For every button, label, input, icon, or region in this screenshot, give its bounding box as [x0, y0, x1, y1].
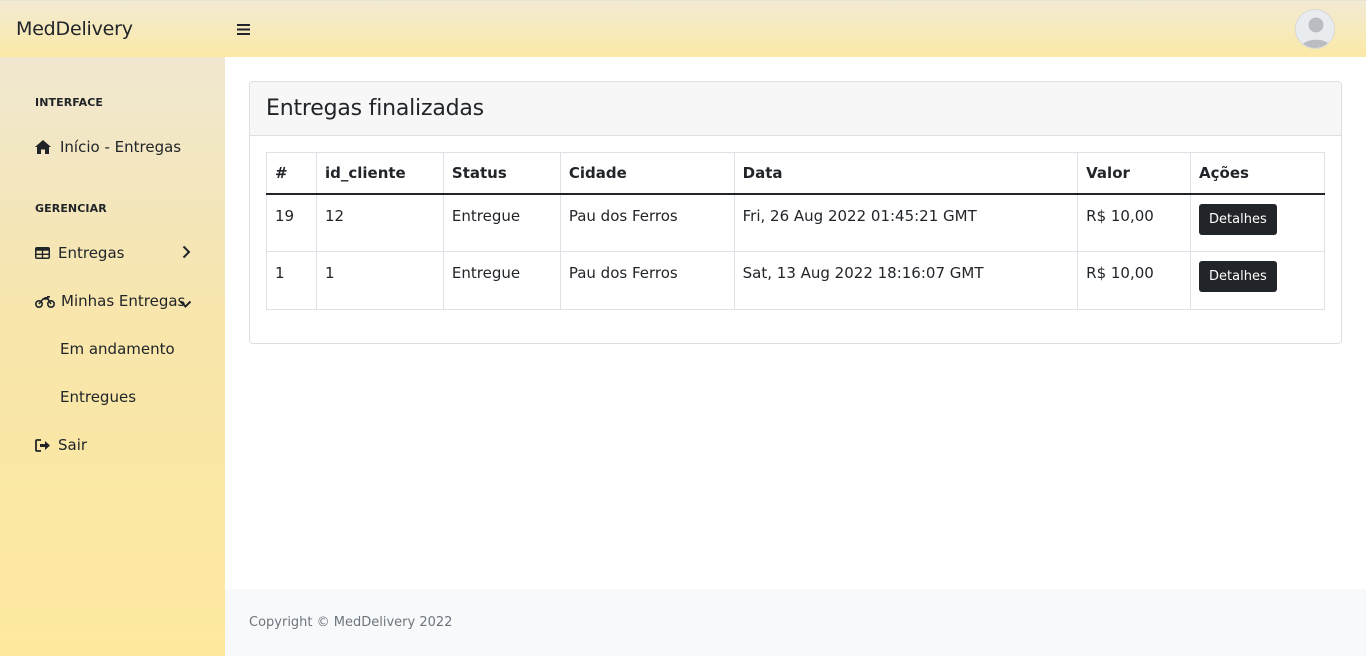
- sign-out-icon: [35, 438, 50, 452]
- motorcycle-icon: [35, 295, 55, 308]
- top-navbar: MedDelivery: [0, 0, 1366, 57]
- cell-id-cliente: 1: [315, 251, 444, 310]
- cell-acoes: Detalhes: [1190, 251, 1325, 310]
- table-row: 19 12 Entregue Pau dos Ferros Fri, 26 Au…: [266, 193, 1325, 252]
- cell-cidade: Pau dos Ferros: [559, 251, 735, 310]
- cell-id: 1: [266, 251, 317, 310]
- column-header-acoes: Ações: [1190, 152, 1325, 195]
- cell-status: Entregue: [442, 251, 561, 310]
- home-icon: [35, 140, 51, 154]
- sidebar-item-label: Entregas: [58, 244, 125, 262]
- sidebar-heading-interface: INTERFACE: [35, 96, 104, 109]
- chevron-right-icon: [182, 245, 191, 259]
- column-header-cidade: Cidade: [559, 152, 735, 195]
- hamburger-icon: [236, 23, 250, 35]
- sidebar-toggle-button[interactable]: [228, 14, 258, 44]
- sidebar-item-sair[interactable]: Sair: [35, 433, 195, 457]
- cell-data: Fri, 26 Aug 2022 01:45:21 GMT: [733, 193, 1079, 252]
- cell-acoes: Detalhes: [1190, 193, 1325, 252]
- table-header-row: # id_cliente Status Cidade Data Valor Aç…: [266, 152, 1325, 195]
- detalhes-button[interactable]: Detalhes: [1199, 203, 1277, 235]
- cell-valor: R$ 10,00: [1077, 193, 1192, 252]
- sidebar-subitem-entregues[interactable]: Entregues: [60, 388, 136, 406]
- user-avatar[interactable]: [1295, 9, 1335, 49]
- cell-valor: R$ 10,00: [1077, 251, 1192, 310]
- cell-data: Sat, 13 Aug 2022 18:16:07 GMT: [733, 251, 1079, 310]
- sidebar-item-minhas-entregas[interactable]: Minhas Entregas: [35, 289, 195, 313]
- sidebar-item-entregas[interactable]: Entregas: [35, 241, 195, 265]
- column-header-data: Data: [733, 152, 1079, 195]
- sidebar-item-label: Minhas Entregas: [61, 292, 186, 310]
- cell-status: Entregue: [442, 193, 561, 252]
- page-title: Entregas finalizadas: [266, 96, 484, 121]
- chevron-down-icon: [179, 300, 192, 308]
- column-header-id: #: [266, 152, 317, 195]
- cell-id-cliente: 12: [315, 193, 444, 252]
- column-header-status: Status: [442, 152, 561, 195]
- sidebar-subitem-em-andamento[interactable]: Em andamento: [60, 340, 175, 358]
- table-row: 1 1 Entregue Pau dos Ferros Sat, 13 Aug …: [266, 251, 1325, 310]
- entregas-card: Entregas finalizadas # id_cliente Status…: [249, 81, 1342, 344]
- user-avatar-icon: [1296, 10, 1334, 48]
- entregas-table: # id_cliente Status Cidade Data Valor Aç…: [266, 152, 1325, 310]
- card-header: Entregas finalizadas: [250, 82, 1341, 136]
- brand-logo-text[interactable]: MedDelivery: [0, 18, 225, 40]
- cell-id: 19: [266, 193, 317, 252]
- column-header-id-cliente: id_cliente: [315, 152, 444, 195]
- footer: Copyright © MedDelivery 2022: [225, 589, 1366, 656]
- detalhes-button[interactable]: Detalhes: [1199, 261, 1277, 292]
- table-icon: [35, 247, 50, 259]
- sidebar: INTERFACE Início - Entregas GERENCIAR En…: [0, 57, 225, 656]
- cell-cidade: Pau dos Ferros: [559, 193, 735, 252]
- sidebar-item-label: Início - Entregas: [60, 138, 182, 156]
- sidebar-item-label: Sair: [58, 436, 88, 454]
- sidebar-item-inicio[interactable]: Início - Entregas: [35, 135, 195, 159]
- copyright-text: Copyright © MedDelivery 2022: [249, 615, 453, 630]
- column-header-valor: Valor: [1077, 152, 1192, 195]
- sidebar-heading-gerenciar: GERENCIAR: [35, 202, 107, 215]
